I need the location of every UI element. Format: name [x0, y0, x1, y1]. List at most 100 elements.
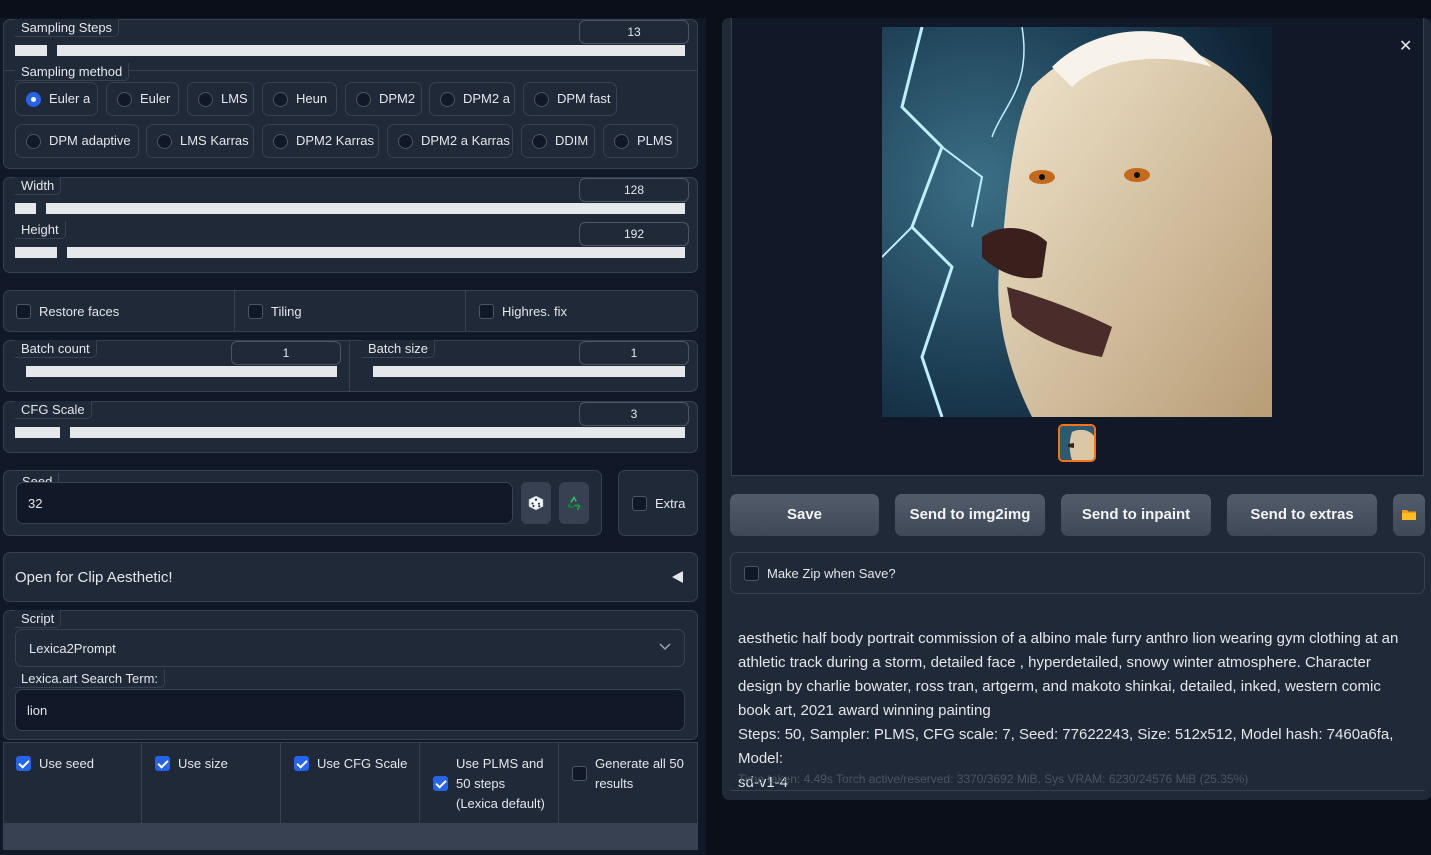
use-plms-checkbox[interactable]: [433, 776, 448, 791]
width-input[interactable]: 128: [579, 178, 689, 202]
use-cfg-checkbox[interactable]: [294, 756, 309, 771]
make-zip-label: Make Zip when Save?: [767, 566, 896, 581]
options-block: [3, 742, 698, 824]
random-seed-button[interactable]: [521, 482, 551, 524]
sampling-method-label: Sampling method: [15, 63, 130, 81]
highres-fix-checkbox[interactable]: [479, 304, 494, 319]
radio-label: LMS Karras: [180, 133, 249, 148]
radio-label: Euler a: [49, 91, 91, 106]
cfg-scale-thumb[interactable]: [60, 427, 70, 438]
folder-icon: [1402, 510, 1416, 520]
use-seed-label: Use seed: [39, 756, 94, 771]
height-input[interactable]: 192: [579, 222, 689, 246]
radio-label: DPM2 Karras: [296, 133, 375, 148]
radio-dpm2-karras[interactable]: DPM2 Karras: [262, 124, 379, 158]
close-icon[interactable]: ✕: [1399, 36, 1412, 56]
radio-euler[interactable]: Euler: [106, 82, 179, 116]
open-folder-button[interactable]: [1393, 494, 1425, 536]
script-label: Script: [15, 610, 62, 628]
radio-dot: [532, 134, 547, 149]
send-to-img2img-button[interactable]: Send to img2img: [895, 494, 1045, 536]
generate-all-checkbox[interactable]: [572, 766, 587, 781]
generated-image[interactable]: [882, 27, 1272, 417]
tiling-checkbox[interactable]: [248, 304, 263, 319]
restore-faces-label: Restore faces: [39, 304, 120, 319]
send-to-extras-button[interactable]: Send to extras: [1227, 494, 1377, 536]
radio-label: Heun: [296, 91, 328, 106]
timing-info: Time taken: 4.49s Torch active/reserved:…: [738, 772, 1249, 786]
batch-count-slider[interactable]: [26, 366, 337, 377]
radio-dot: [534, 92, 549, 107]
extra-checkbox[interactable]: [632, 496, 647, 511]
divider: [141, 742, 142, 824]
recycle-icon: [567, 496, 581, 511]
lexica-search-label: Lexica.art Search Term:: [15, 670, 166, 688]
radio-label: DPM adaptive: [49, 133, 131, 148]
batch-size-slider[interactable]: [373, 366, 685, 377]
height-slider[interactable]: [15, 247, 685, 258]
use-size-checkbox[interactable]: [155, 756, 170, 771]
thumbnail[interactable]: [1058, 424, 1096, 462]
save-button[interactable]: Save: [730, 494, 879, 536]
width-label: Width: [15, 177, 62, 195]
radio-label: Euler: [140, 91, 171, 106]
params-line: Steps: 50, Sampler: PLMS, CFG scale: 7, …: [738, 726, 1394, 767]
radio-dpm-adaptive[interactable]: DPM adaptive: [15, 124, 139, 158]
radio-dpm2-a-karras[interactable]: DPM2 a Karras: [387, 124, 513, 158]
radio-dpm2[interactable]: DPM2: [345, 82, 422, 116]
triangle-left-icon[interactable]: [672, 571, 683, 583]
reuse-seed-button[interactable]: [559, 482, 589, 524]
make-zip-checkbox[interactable]: [744, 566, 759, 581]
use-seed-checkbox[interactable]: [16, 756, 31, 771]
divider: [465, 290, 466, 332]
script-select[interactable]: Lexica2Prompt: [15, 629, 685, 667]
radio-dot: [440, 92, 455, 107]
radio-dpm2-a[interactable]: DPM2 a: [429, 82, 515, 116]
chevron-down-icon[interactable]: [659, 643, 671, 651]
send-to-inpaint-button[interactable]: Send to inpaint: [1061, 494, 1211, 536]
radio-lms[interactable]: LMS: [187, 82, 254, 116]
radio-dot: [198, 92, 213, 107]
radio-label: DDIM: [555, 133, 589, 148]
height-thumb[interactable]: [57, 247, 67, 258]
radio-label: PLMS: [637, 133, 673, 148]
sampling-steps-thumb[interactable]: [47, 45, 57, 56]
batch-count-input[interactable]: 1: [231, 341, 341, 365]
radio-dot: [614, 134, 629, 149]
radio-dpm-fast[interactable]: DPM fast: [523, 82, 617, 116]
top-strip: [0, 0, 1431, 18]
radio-dot: [398, 134, 413, 149]
radio-euler-a[interactable]: Euler a: [15, 82, 98, 116]
generate-all-label-1: Generate all 50: [595, 756, 684, 771]
divider: [419, 742, 420, 824]
prompt-line: design by charlie bowater, ross tran, ar…: [738, 678, 1381, 695]
radio-heun[interactable]: Heun: [262, 82, 337, 116]
radio-lms-karras[interactable]: LMS Karras: [146, 124, 254, 158]
lexica-search-input[interactable]: lion: [15, 689, 685, 731]
dice-icon: [528, 495, 544, 511]
cfg-scale-input[interactable]: 3: [579, 402, 689, 426]
extra-label: Extra: [655, 496, 686, 511]
highres-fix-label: Highres. fix: [502, 304, 568, 319]
radio-label: DPM2 a Karras: [421, 133, 510, 148]
restore-faces-checkbox[interactable]: [16, 304, 31, 319]
width-slider[interactable]: [15, 203, 685, 214]
divider: [349, 340, 350, 392]
seed-input[interactable]: 32: [16, 482, 513, 524]
use-cfg-label: Use CFG Scale: [317, 756, 408, 771]
sampling-steps-slider[interactable]: [15, 45, 685, 56]
radio-dot: [273, 134, 288, 149]
height-label: Height: [15, 221, 66, 239]
radio-dot: [117, 92, 132, 107]
batch-size-input[interactable]: 1: [579, 341, 689, 365]
radio-dot: [157, 134, 172, 149]
radio-plms[interactable]: PLMS: [603, 124, 678, 158]
radio-label: DPM fast: [557, 91, 611, 106]
tiling-label: Tiling: [271, 304, 302, 319]
cfg-scale-slider[interactable]: [15, 427, 685, 438]
use-plms-label-1: Use PLMS and: [456, 756, 544, 771]
radio-ddim[interactable]: DDIM: [521, 124, 595, 158]
width-thumb[interactable]: [36, 203, 46, 214]
sampling-steps-label: Sampling Steps: [15, 19, 120, 37]
sampling-steps-input[interactable]: 13: [579, 20, 689, 44]
